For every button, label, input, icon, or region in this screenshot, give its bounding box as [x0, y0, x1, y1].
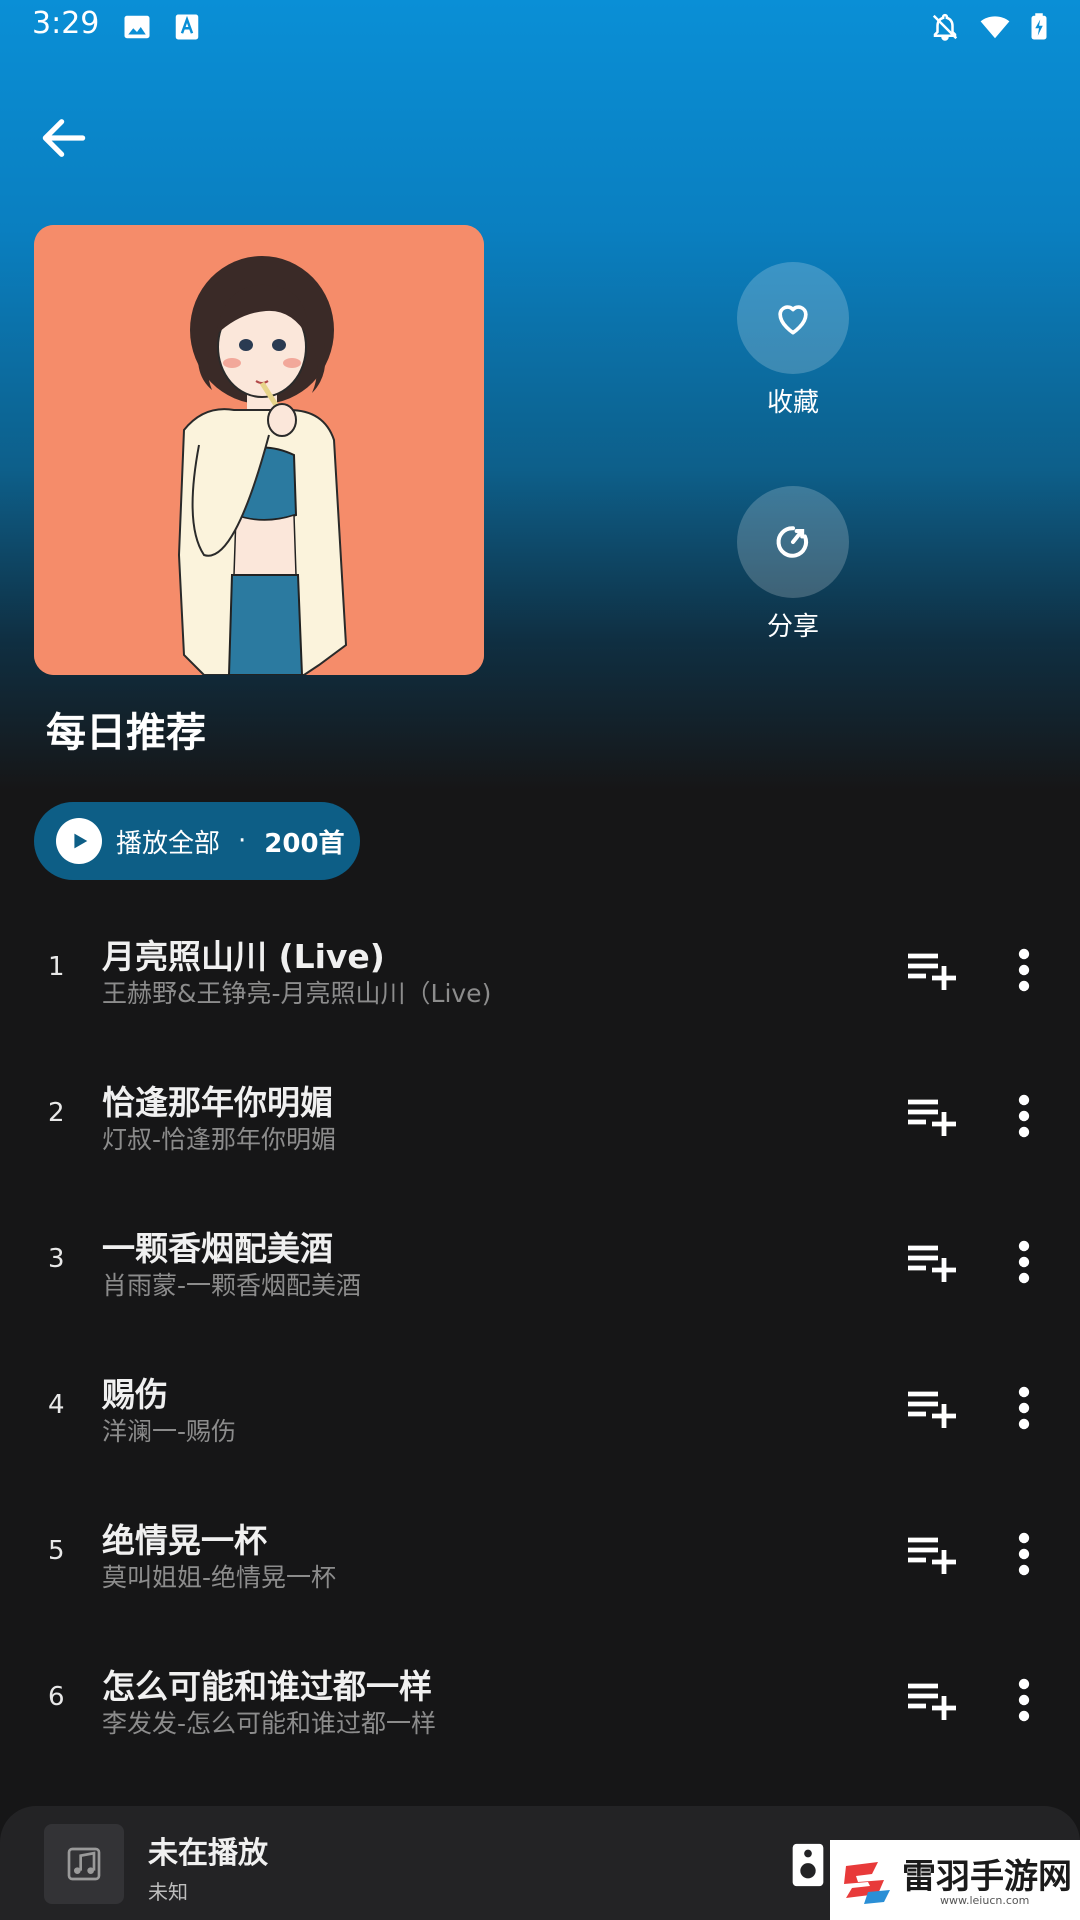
share-icon — [776, 526, 809, 558]
notifications-off-icon — [932, 13, 958, 41]
back-button[interactable] — [36, 110, 92, 166]
song-row[interactable]: 5 绝情晃一杯 莫叫姐姐-绝情晃一杯 — [0, 1484, 1080, 1630]
song-title: 月亮照山川 (Live) — [102, 937, 385, 976]
status-time: 3:29 — [32, 6, 100, 41]
play-all-label: 播放全部 — [116, 828, 221, 859]
play-all-button[interactable]: 播放全部 · 200首 — [34, 802, 360, 880]
song-subtitle: 王赫野&王铮亮-月亮照山川（Live) — [102, 979, 492, 1008]
song-index: 5 — [48, 1536, 65, 1566]
playlist-add-icon[interactable] — [906, 1092, 958, 1140]
playlist-add-icon[interactable] — [906, 1676, 958, 1724]
song-subtitle: 莫叫姐姐-绝情晃一杯 — [102, 1563, 337, 1592]
text-icon — [175, 14, 199, 40]
playlist-add-icon[interactable] — [906, 1530, 958, 1578]
playlist-cover — [34, 225, 484, 675]
favorite-label: 收藏 — [766, 388, 819, 418]
song-row[interactable]: 6 怎么可能和谁过都一样 李发发-怎么可能和谁过都一样 — [0, 1630, 1080, 1776]
image-icon — [124, 15, 150, 39]
song-title: 赐伤 — [102, 1375, 168, 1414]
music-note-icon — [67, 1847, 101, 1881]
arrow-left-icon — [42, 119, 86, 157]
song-index: 2 — [48, 1098, 65, 1128]
playlist-add-icon[interactable] — [906, 1238, 958, 1286]
cover-illustration — [34, 225, 484, 675]
song-index: 1 — [48, 952, 65, 982]
more-vert-icon[interactable] — [1010, 946, 1038, 994]
song-row[interactable]: 3 一颗香烟配美酒 肖雨蒙-一颗香烟配美酒 — [0, 1192, 1080, 1338]
wifi-icon — [980, 16, 1010, 39]
playlist-title: 每日推荐 — [46, 710, 206, 756]
playlist-add-icon[interactable] — [906, 946, 958, 994]
song-subtitle: 李发发-怎么可能和谁过都一样 — [102, 1709, 437, 1738]
song-title: 绝情晃一杯 — [102, 1521, 267, 1560]
mini-player-art — [44, 1824, 124, 1904]
watermark-logo — [844, 1862, 890, 1904]
song-title: 一颗香烟配美酒 — [102, 1229, 333, 1268]
song-index: 4 — [48, 1390, 65, 1420]
share-action[interactable]: 分享 — [733, 486, 853, 643]
watermark-text: 雷羽手游网 — [902, 1856, 1072, 1897]
song-title: 怎么可能和谁过都一样 — [102, 1667, 432, 1706]
speaker-icon[interactable] — [790, 1842, 826, 1888]
watermark: 雷羽手游网 www.leiucn.com — [830, 1840, 1080, 1920]
more-vert-icon[interactable] — [1010, 1676, 1038, 1724]
more-vert-icon[interactable] — [1010, 1530, 1038, 1578]
favorite-button[interactable] — [737, 262, 849, 374]
mini-player-subtitle: 未知 — [148, 1880, 188, 1904]
share-label: 分享 — [766, 612, 819, 642]
more-vert-icon[interactable] — [1010, 1238, 1038, 1286]
song-index: 6 — [48, 1682, 65, 1712]
song-row[interactable]: 2 恰逢那年你明媚 灯叔-恰逢那年你明媚 — [0, 1046, 1080, 1192]
song-list: 1 月亮照山川 (Live) 王赫野&王铮亮-月亮照山川（Live) 2 恰逢那… — [0, 900, 1080, 1776]
playlist-add-icon[interactable] — [906, 1384, 958, 1432]
play-all-separator: · — [238, 826, 247, 856]
battery-charging-icon — [1031, 13, 1047, 40]
watermark-url: www.leiucn.com — [940, 1894, 1030, 1907]
song-title: 恰逢那年你明媚 — [102, 1083, 333, 1122]
share-button[interactable] — [737, 486, 849, 598]
favorite-action[interactable]: 收藏 — [733, 262, 853, 419]
mini-player-title: 未在播放 — [148, 1836, 268, 1871]
song-index: 3 — [48, 1244, 65, 1274]
song-row[interactable]: 1 月亮照山川 (Live) 王赫野&王铮亮-月亮照山川（Live) — [0, 900, 1080, 1046]
heart-icon — [778, 305, 808, 335]
song-subtitle: 灯叔-恰逢那年你明媚 — [102, 1125, 337, 1154]
song-subtitle: 洋澜一-赐伤 — [102, 1417, 237, 1446]
more-vert-icon[interactable] — [1010, 1384, 1038, 1432]
status-bar: 3:29 — [0, 0, 1080, 56]
more-vert-icon[interactable] — [1010, 1092, 1038, 1140]
song-subtitle: 肖雨蒙-一颗香烟配美酒 — [102, 1271, 362, 1300]
play-icon — [74, 833, 88, 849]
song-row[interactable]: 4 赐伤 洋澜一-赐伤 — [0, 1338, 1080, 1484]
play-all-circle — [56, 818, 102, 864]
song-count: 200首 — [264, 828, 345, 859]
